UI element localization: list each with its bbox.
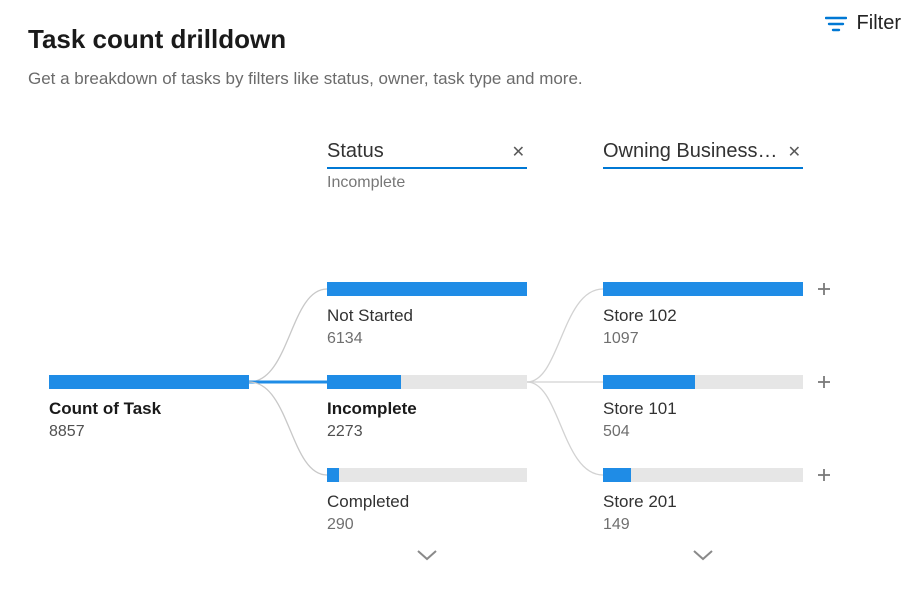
status-bar: [327, 375, 527, 389]
owning-bar: [603, 375, 803, 389]
filter-label: Filter: [857, 12, 901, 35]
owning-name: Store 101: [603, 399, 803, 419]
owning-value: 1097: [603, 330, 803, 348]
column-header-status[interactable]: Status ✕: [327, 140, 527, 169]
status-node-incomplete[interactable]: Incomplete 2273: [327, 375, 527, 441]
status-value: 6134: [327, 330, 527, 348]
page-title: Task count drilldown: [28, 24, 907, 55]
owning-node-store-201[interactable]: Store 201 149: [603, 468, 803, 534]
status-node-not-started[interactable]: Not Started 6134: [327, 282, 527, 348]
root-name: Count of Task: [49, 399, 249, 419]
root-value: 8857: [49, 423, 249, 441]
column-header-owning[interactable]: Owning Business… ✕: [603, 140, 803, 169]
root-node[interactable]: Count of Task 8857: [49, 375, 249, 441]
owning-bar: [603, 468, 803, 482]
expand-button[interactable]: [815, 466, 833, 484]
owning-node-store-102[interactable]: Store 102 1097: [603, 282, 803, 348]
status-name: Not Started: [327, 306, 527, 326]
status-bar: [327, 468, 527, 482]
owning-node-store-101[interactable]: Store 101 504: [603, 375, 803, 441]
status-value: 2273: [327, 423, 527, 441]
column-header-owning-label: Owning Business…: [603, 140, 778, 163]
status-name: Incomplete: [327, 399, 527, 419]
status-name: Completed: [327, 492, 527, 512]
chevron-down-icon[interactable]: [415, 548, 439, 567]
filter-icon: [825, 15, 847, 33]
close-icon[interactable]: ✕: [786, 142, 803, 162]
expand-button[interactable]: [815, 280, 833, 298]
owning-name: Store 102: [603, 306, 803, 326]
filter-button[interactable]: Filter: [825, 12, 907, 35]
owning-value: 504: [603, 423, 803, 441]
owning-name: Store 201: [603, 492, 803, 512]
status-bar: [327, 282, 527, 296]
root-bar: [49, 375, 249, 389]
page-subtitle: Get a breakdown of tasks by filters like…: [28, 69, 907, 89]
status-value: 290: [327, 516, 527, 534]
expand-button[interactable]: [815, 373, 833, 391]
column-header-status-label: Status: [327, 140, 384, 163]
chevron-down-icon[interactable]: [691, 548, 715, 567]
close-icon[interactable]: ✕: [510, 142, 527, 162]
status-node-completed[interactable]: Completed 290: [327, 468, 527, 534]
owning-value: 149: [603, 516, 803, 534]
column-header-status-sublabel: Incomplete: [327, 174, 405, 192]
owning-bar: [603, 282, 803, 296]
